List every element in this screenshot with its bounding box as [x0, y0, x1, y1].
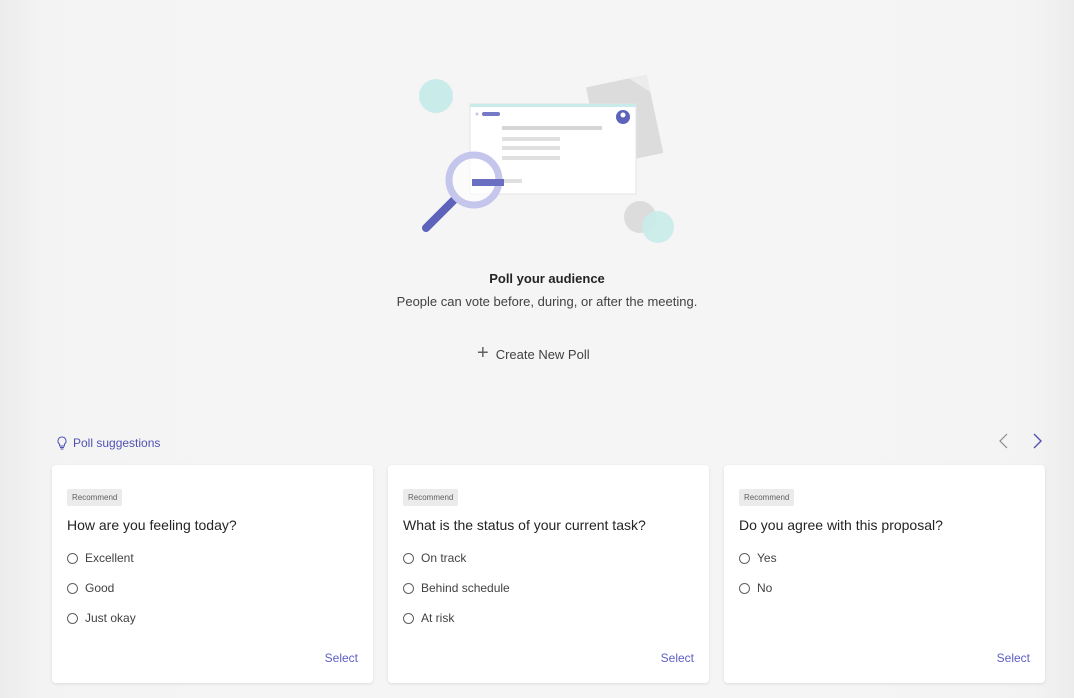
radio-icon	[403, 612, 414, 624]
poll-option[interactable]: Excellent	[67, 543, 358, 573]
poll-question: Do you agree with this proposal?	[739, 517, 943, 533]
hero-title: Poll your audience	[489, 271, 605, 286]
poll-options: Excellent Good Just okay	[67, 543, 358, 633]
radio-icon	[67, 582, 78, 594]
suggestion-card: Recommend Do you agree with this proposa…	[724, 465, 1045, 683]
poll-option[interactable]: On track	[403, 543, 694, 573]
select-button[interactable]: Select	[325, 651, 358, 665]
radio-icon	[739, 582, 750, 594]
hero-section: Poll your audience People can vote befor…	[0, 271, 1074, 309]
option-label: Good	[85, 581, 115, 595]
poll-question: What is the status of your current task?	[403, 517, 646, 533]
hero-subtitle: People can vote before, during, or after…	[396, 294, 698, 309]
radio-icon	[739, 552, 750, 564]
poll-suggestions-label: Poll suggestions	[73, 436, 161, 450]
option-label: Just okay	[85, 611, 136, 625]
lightbulb-icon	[57, 436, 67, 450]
select-button[interactable]: Select	[661, 651, 694, 665]
option-label: Excellent	[85, 551, 134, 565]
radio-icon	[403, 582, 414, 594]
option-label: Yes	[757, 551, 777, 565]
poll-option[interactable]: Just okay	[67, 603, 358, 633]
poll-option[interactable]: At risk	[403, 603, 694, 633]
option-label: On track	[421, 551, 467, 565]
option-label: No	[757, 581, 773, 595]
option-label: At risk	[421, 611, 455, 625]
poll-question: How are you feeling today?	[67, 517, 237, 533]
suggestion-card: Recommend How are you feeling today? Exc…	[52, 465, 373, 683]
poll-options: Yes No	[739, 543, 1030, 603]
select-button[interactable]: Select	[997, 651, 1030, 665]
poll-illustration	[419, 74, 674, 243]
recommend-badge: Recommend	[67, 489, 123, 506]
suggestion-navigation	[996, 430, 1044, 452]
poll-suggestions-header: Poll suggestions	[56, 436, 160, 450]
radio-icon	[67, 552, 78, 564]
suggestion-card: Recommend What is the status of your cur…	[388, 465, 709, 683]
create-new-poll-label: Create New Poll	[495, 346, 590, 362]
poll-option[interactable]: Good	[67, 573, 358, 603]
recommend-badge: Recommend	[403, 489, 459, 506]
recommend-badge: Recommend	[739, 489, 795, 506]
poll-option[interactable]: Behind schedule	[403, 573, 694, 603]
radio-icon	[67, 612, 78, 624]
suggestion-cards: Recommend How are you feeling today? Exc…	[52, 465, 1045, 683]
poll-option[interactable]: No	[739, 573, 1030, 603]
chevron-right-icon[interactable]	[1030, 430, 1044, 452]
option-label: Behind schedule	[421, 581, 510, 595]
chevron-left-icon[interactable]	[996, 430, 1010, 452]
radio-icon	[403, 552, 414, 564]
poll-options: On track Behind schedule At risk	[403, 543, 694, 633]
plus-icon: +	[477, 342, 489, 364]
create-new-poll-button[interactable]: + Create New Poll	[477, 343, 590, 365]
poll-option[interactable]: Yes	[739, 543, 1030, 573]
